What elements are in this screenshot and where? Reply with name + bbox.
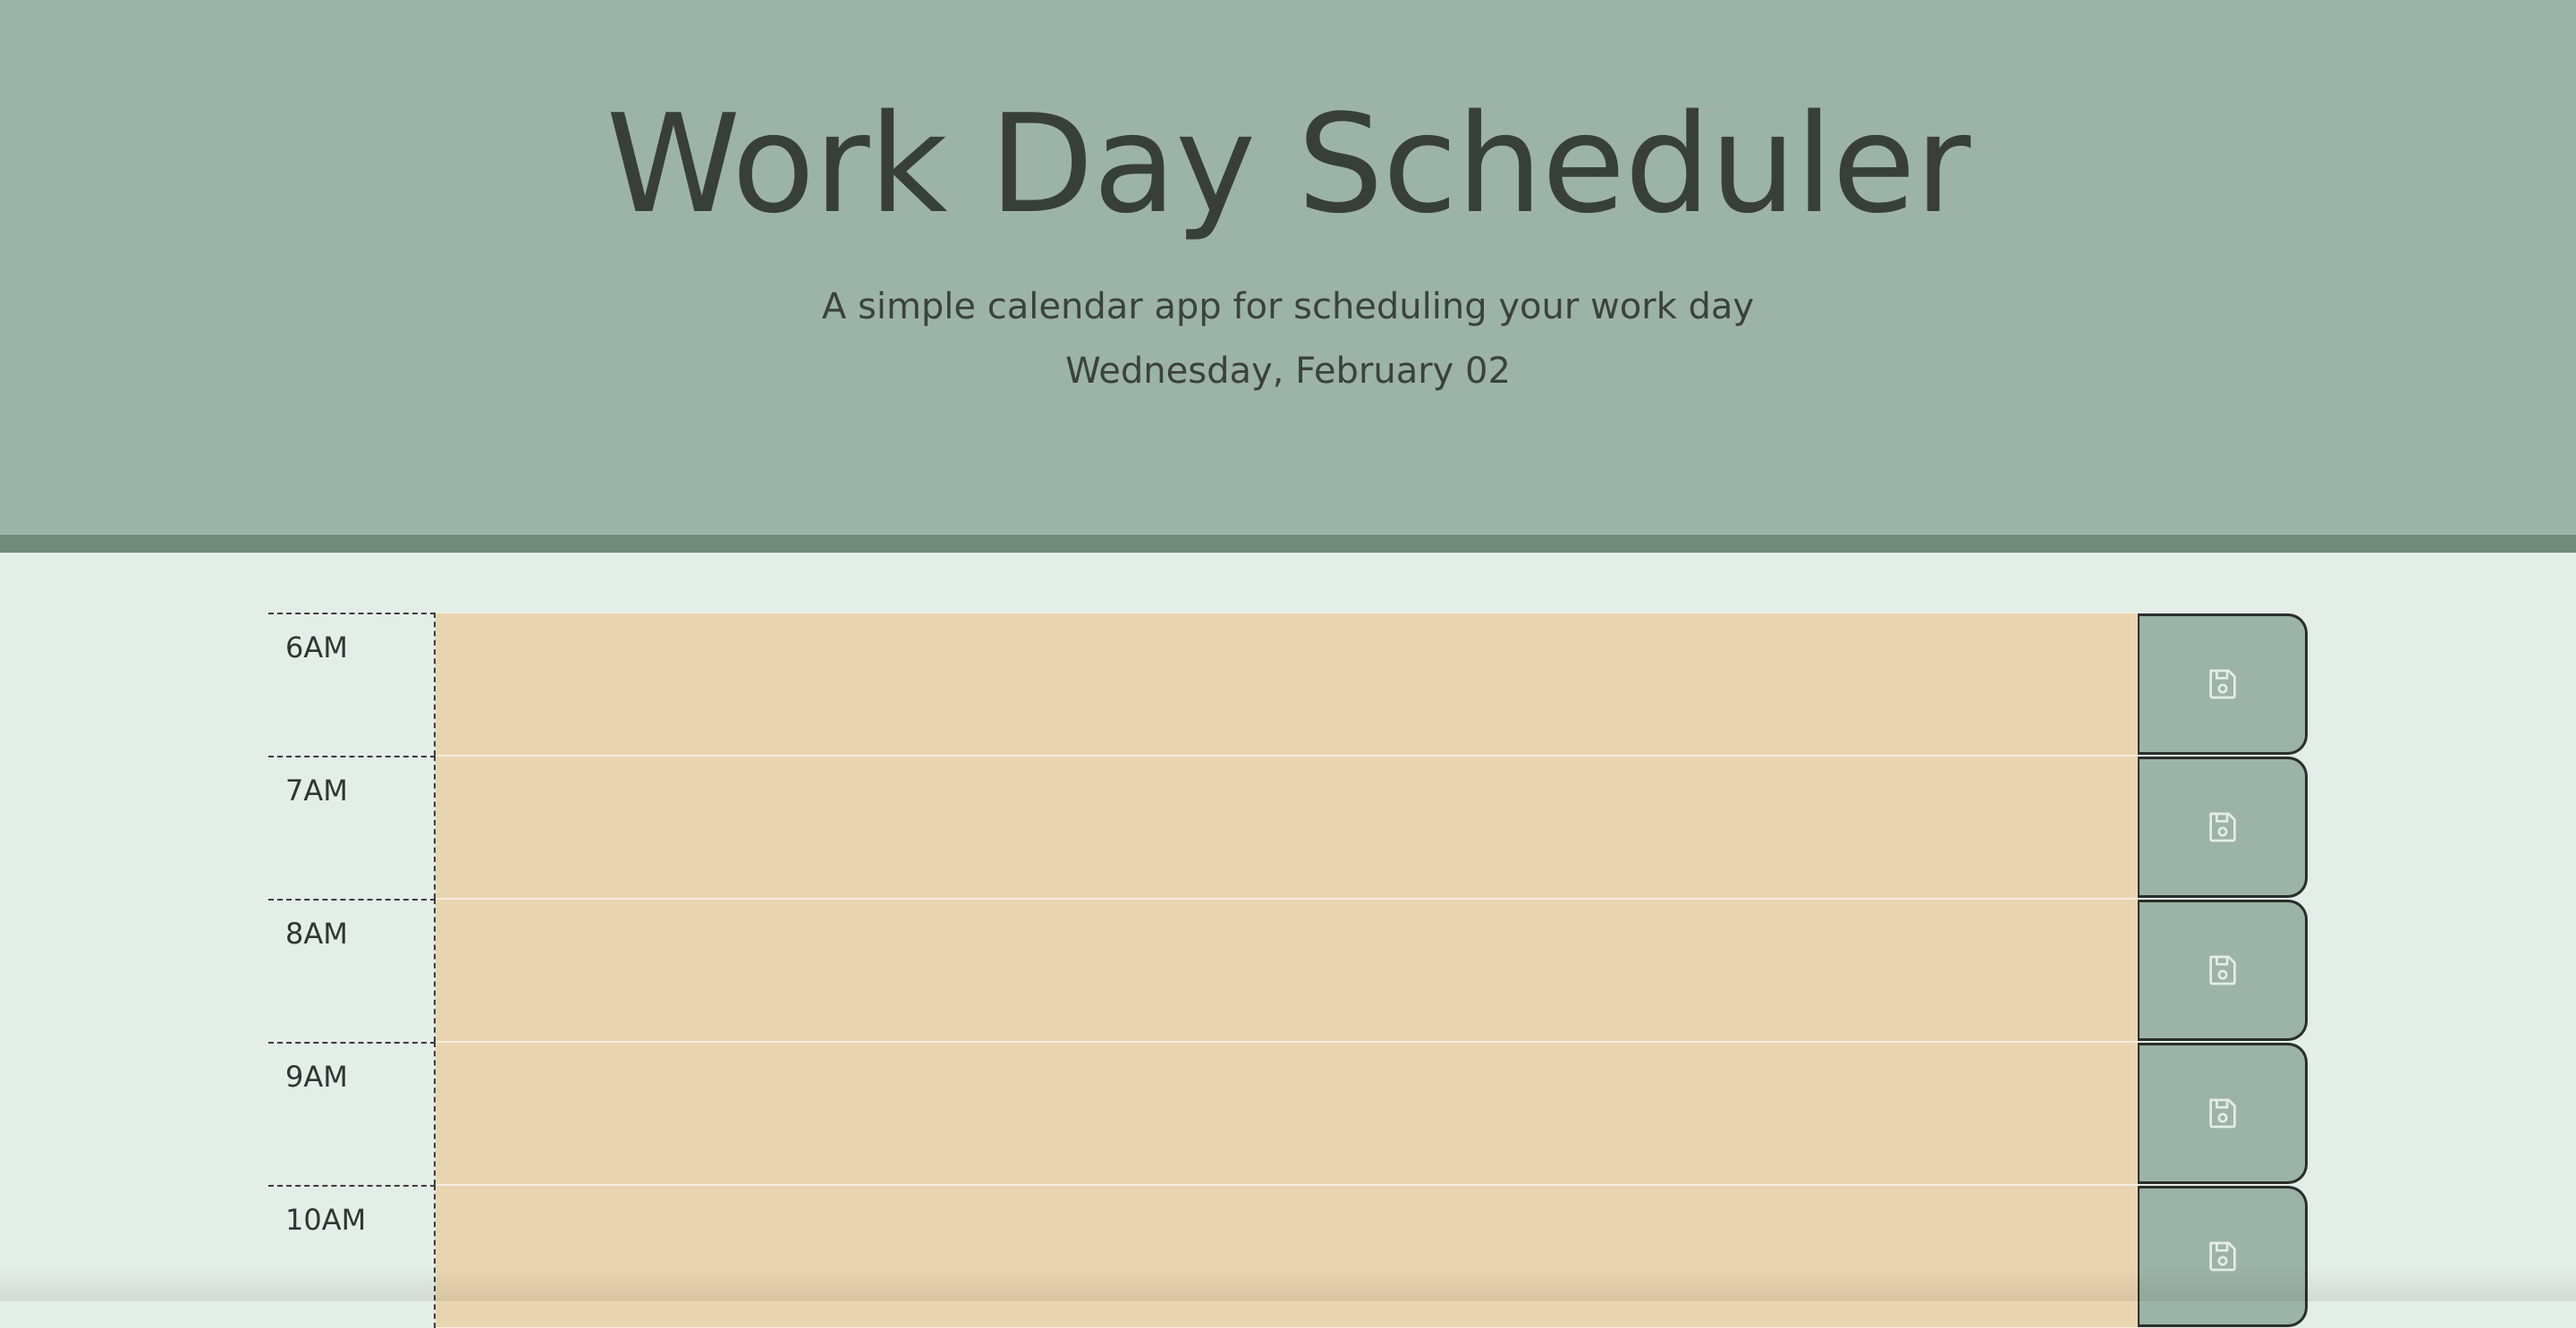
hour-label: 8AM [268, 899, 436, 1042]
event-description-input[interactable] [436, 1042, 2138, 1185]
event-description-input[interactable] [436, 1185, 2138, 1328]
floppy-disk-icon [2205, 1239, 2241, 1274]
save-button[interactable] [2138, 900, 2308, 1041]
page-subtitle: A simple calendar app for scheduling you… [0, 286, 2576, 327]
floppy-disk-icon [2205, 952, 2241, 988]
time-block-row: 6AM [268, 613, 2308, 756]
time-block-row: 7AM [268, 756, 2308, 899]
save-button[interactable] [2138, 1186, 2308, 1327]
time-block-row: 8AM [268, 899, 2308, 1042]
hour-label: 9AM [268, 1042, 436, 1185]
schedule-container: 6AM 7AM 8AM [268, 613, 2308, 1328]
current-day: Wednesday, February 02 [0, 351, 2576, 392]
floppy-disk-icon [2205, 666, 2241, 702]
save-button[interactable] [2138, 1043, 2308, 1184]
hour-label: 7AM [268, 756, 436, 899]
time-block-row: 10AM [268, 1185, 2308, 1328]
header: Work Day Scheduler A simple calendar app… [0, 0, 2576, 553]
save-button[interactable] [2138, 757, 2308, 898]
event-description-input[interactable] [436, 899, 2138, 1042]
time-block-row: 9AM [268, 1042, 2308, 1185]
floppy-disk-icon [2205, 809, 2241, 845]
event-description-input[interactable] [436, 613, 2138, 756]
save-button[interactable] [2138, 613, 2308, 755]
event-description-input[interactable] [436, 756, 2138, 899]
page-title: Work Day Scheduler [0, 97, 2576, 233]
hour-label: 10AM [268, 1185, 436, 1328]
hour-label: 6AM [268, 613, 436, 756]
floppy-disk-icon [2205, 1095, 2241, 1131]
